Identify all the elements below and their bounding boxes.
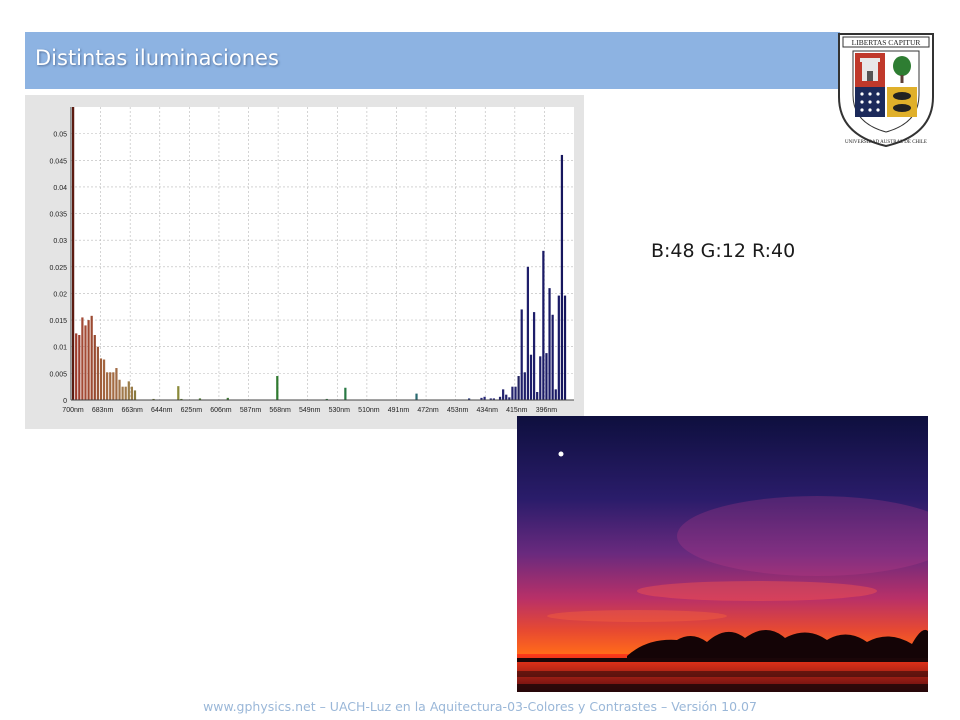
y-tick-label: 0.03 [53, 238, 67, 245]
y-tick-label: 0.035 [49, 212, 67, 219]
spectrum-bar [511, 386, 514, 400]
spectrum-bar [520, 309, 523, 400]
spectrum-chart-svg: 0 0.005 0.01 0.015 0.02 0.025 0.03 0.035 0.04 0.0… [49, 107, 574, 414]
x-tick-label: 472nm [417, 407, 439, 414]
spectrum-bar [554, 389, 557, 400]
y-tick-label: 0.05 [53, 132, 67, 139]
spectrum-bar [133, 390, 137, 400]
x-tick-label: 510nm [358, 407, 380, 414]
spectrum-bar [177, 386, 180, 400]
y-tick-label: 0.045 [49, 158, 67, 165]
spectrum-bar [87, 320, 90, 400]
spectrum-bar [529, 354, 533, 400]
spectrum-bar [542, 250, 545, 400]
spectrum-bar [502, 389, 505, 400]
spectrum-bar [121, 386, 124, 400]
spectrum-bar [548, 288, 551, 400]
x-tick-label: 453nm [447, 407, 469, 414]
spectrum-bar [109, 372, 112, 400]
x-tick-label: 700nm [62, 407, 84, 414]
sunset-photo [517, 416, 928, 692]
rgb-readout: B:48 G:12 R:40 [651, 240, 796, 262]
footer-credit: www.gphysics.net – UACH-Luz en la Aquite… [203, 699, 757, 714]
spectrum-bar [127, 381, 130, 400]
spectrum-bar [551, 314, 554, 400]
y-tick-label: 0.015 [49, 318, 67, 325]
x-tick-label: 491nm [388, 407, 410, 414]
spectrum-bar [72, 107, 75, 400]
x-tick-label: 587nm [240, 407, 262, 414]
spectrum-bar [505, 394, 508, 400]
spectrum-bar [563, 295, 567, 400]
spectrum-bar [93, 335, 96, 400]
spectrum-bar [84, 325, 87, 400]
x-tick-label: 549nm [299, 407, 321, 414]
crest-motto: LIBERTAS CAPITUR [852, 38, 921, 47]
x-tick-label: 434nm [477, 407, 499, 414]
spectrum-bar [124, 386, 127, 400]
spectrum-bar [557, 295, 560, 400]
y-tick-label: 0.025 [49, 265, 67, 272]
spectrum-bar [523, 372, 526, 400]
spectrum-bar [102, 359, 106, 400]
y-tick-label: 0 [63, 398, 67, 405]
spectrum-bar [81, 317, 84, 400]
spectrum-bar [539, 356, 542, 400]
spectrum-bar [96, 346, 99, 400]
spectrum-bar [130, 386, 134, 400]
y-tick-label: 0.04 [53, 185, 67, 192]
spectrum-bar [517, 376, 520, 400]
plot-area [71, 107, 574, 400]
x-tick-label: 396nm [536, 407, 558, 414]
x-tick-label: 683nm [92, 407, 114, 414]
spectrum-bar [532, 312, 536, 400]
spectrum-bar [118, 379, 121, 400]
spectrum-bar [115, 368, 118, 400]
x-tick-label: 415nm [506, 407, 528, 414]
x-tick-label: 606nm [210, 407, 232, 414]
x-tick-label: 625nm [181, 407, 203, 414]
spectrum-bar [75, 333, 78, 400]
spectrum-bar [106, 372, 109, 400]
spectrum-chart: 0 0.005 0.01 0.015 0.02 0.025 0.03 0.035 0.04 0.0… [25, 95, 584, 429]
title-bar: Distintas iluminaciones [25, 32, 840, 89]
spectrum-bar [90, 315, 93, 400]
x-tick-label: 644nm [151, 407, 173, 414]
spectrum-bar [526, 266, 530, 400]
university-crest-logo: LIBERTAS CAPITUR UNIVERSIDAD AUSTRAL DE … [838, 33, 934, 148]
spectrum-bar [560, 154, 564, 400]
spectrum-bar [112, 372, 115, 400]
crest-ring-text: UNIVERSIDAD AUSTRAL DE CHILE [845, 140, 927, 145]
y-tick-label: 0.01 [53, 345, 67, 352]
y-tick-label: 0.005 [49, 371, 67, 378]
spectrum-bar [99, 358, 103, 400]
spectrum-bar [536, 392, 539, 400]
spectrum-bar [78, 335, 81, 400]
spectrum-bar [514, 386, 517, 400]
spectrum-bar [415, 393, 418, 400]
x-tick-label: 530nm [329, 407, 351, 414]
x-tick-label: 663nm [121, 407, 143, 414]
y-tick-label: 0.02 [53, 291, 67, 298]
slide-title: Distintas iluminaciones [35, 46, 279, 70]
spectrum-bar [344, 387, 347, 400]
x-tick-label: 568nm [269, 407, 291, 414]
spectrum-bar [545, 353, 548, 400]
spectrum-bar [276, 376, 279, 400]
